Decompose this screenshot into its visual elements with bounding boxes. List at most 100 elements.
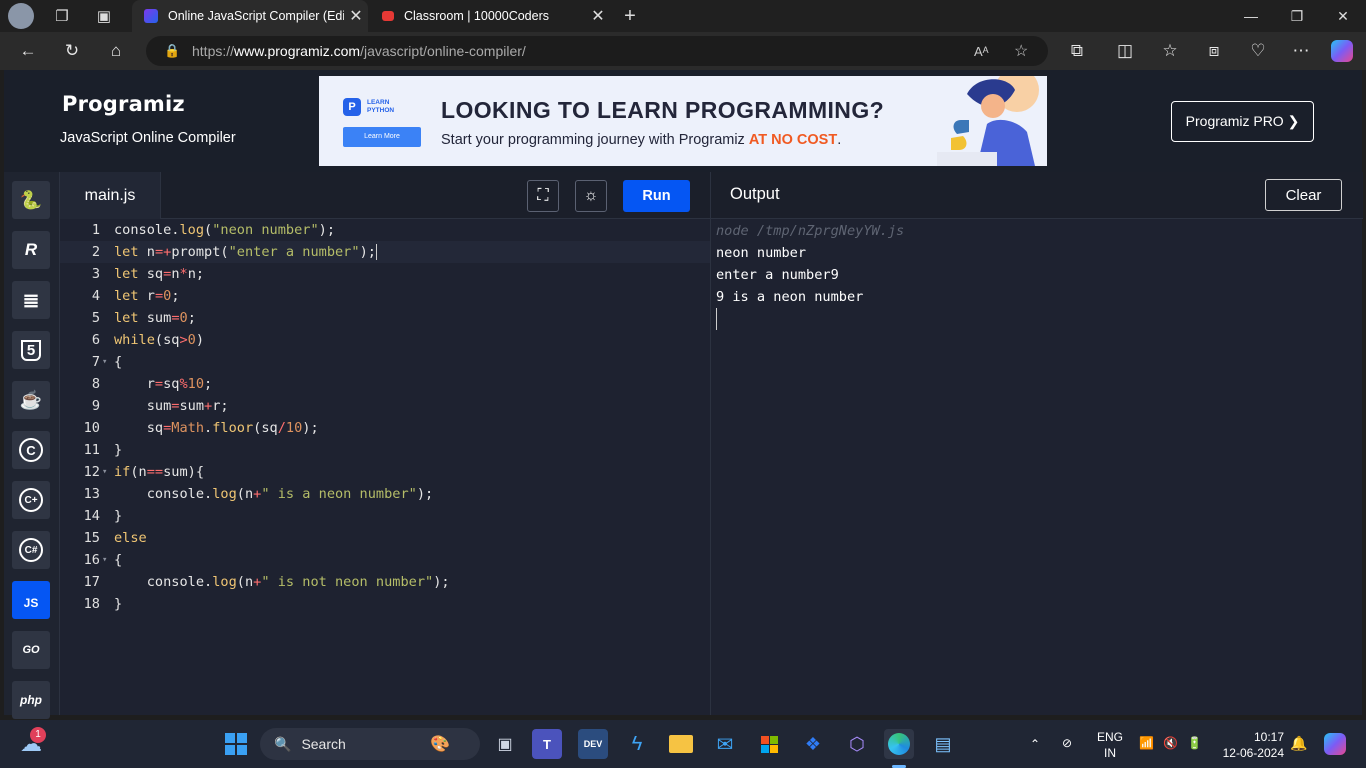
code-area[interactable]: 1 console.log("neon number"); 2 let n=+pro… xyxy=(60,219,710,715)
copilot-taskbar-icon[interactable] xyxy=(1320,729,1350,759)
copilot-app-icon[interactable]: ⬡ xyxy=(842,729,872,759)
minimize-icon[interactable]: — xyxy=(1228,0,1274,32)
fullscreen-icon[interactable]: ⛶ xyxy=(527,180,559,212)
dev-home-icon[interactable]: DEV xyxy=(578,729,608,759)
weather-badge: 1 xyxy=(30,727,46,743)
refresh-icon[interactable]: ↻ xyxy=(58,37,86,65)
back-icon[interactable]: ← xyxy=(14,37,42,65)
output-title: Output xyxy=(730,185,780,203)
tab-online-compiler[interactable]: Online JavaScript Compiler (Edito ✕ xyxy=(132,0,368,32)
learn-more-button[interactable]: Learn More xyxy=(343,127,421,147)
clear-button[interactable]: Clear xyxy=(1265,179,1342,211)
store-icon[interactable] xyxy=(754,729,784,759)
code-editor-panel: main.js ⛶ ☼ Run 1 console.log("neon numbe… xyxy=(60,172,710,715)
output-line: 9 is a neon number xyxy=(716,289,864,305)
edge-icon[interactable] xyxy=(884,729,914,759)
collections-icon[interactable]: ⧈ xyxy=(1200,37,1228,65)
learn-python-badge-icon: P xyxy=(343,98,361,116)
banner-sub-emphasis: AT NO COST xyxy=(748,132,838,148)
teams-icon[interactable]: T xyxy=(532,729,562,759)
close-window-icon[interactable]: ✕ xyxy=(1320,0,1366,32)
code-line: 10 sq=Math.floor(sq/10); xyxy=(83,420,319,436)
network-off-icon[interactable]: ⊘ xyxy=(1062,735,1072,751)
code-line: 14} xyxy=(83,508,123,524)
tab-title: Classroom | 10000Coders xyxy=(404,9,549,23)
vscode-dev-icon[interactable]: ϟ xyxy=(622,729,652,759)
code-line: 5 let sum=0; xyxy=(91,310,196,326)
mail-icon[interactable]: ✉ xyxy=(710,729,740,759)
new-tab-icon[interactable]: + xyxy=(618,4,642,28)
task-view-icon[interactable]: ▣ xyxy=(490,729,520,759)
read-aloud-icon[interactable]: Aᴬ xyxy=(974,44,989,59)
c-icon[interactable]: C xyxy=(12,431,50,469)
csharp-icon[interactable]: C# xyxy=(12,531,50,569)
programiz-logo[interactable]: Programiz xyxy=(62,92,185,116)
file-tab-main-js[interactable]: main.js xyxy=(60,172,161,219)
copilot-icon[interactable] xyxy=(1328,37,1356,65)
url-scheme: https:// xyxy=(192,43,235,59)
run-button[interactable]: Run xyxy=(623,180,690,212)
output-panel: Output Clear node /tmp/nZprgNeyYW.js neo… xyxy=(710,172,1363,715)
fold-arrow-icon[interactable]: ▾ xyxy=(102,461,107,483)
ad-banner[interactable]: P LEARN PYTHON Learn More LOOKING TO LEAR… xyxy=(319,76,1047,166)
dropbox-icon[interactable]: ❖ xyxy=(798,729,828,759)
language-sidebar: 🐍 R ≣ 5 ☕ C C+ C# JS GO php xyxy=(4,172,60,719)
home-icon[interactable]: ⌂ xyxy=(102,37,130,65)
restore-icon[interactable]: ❐ xyxy=(1274,0,1320,32)
start-windows-icon[interactable] xyxy=(221,729,251,759)
output-line: neon number xyxy=(716,245,807,261)
code-line: 12 ▾ if(n==sum){ xyxy=(60,461,710,483)
editor-toolbar: main.js ⛶ ☼ Run xyxy=(60,172,710,219)
programiz-page: Programiz JavaScript Online Compiler P L… xyxy=(4,70,1363,719)
php-icon[interactable]: php xyxy=(12,681,50,719)
javascript-icon[interactable]: JS xyxy=(12,581,50,619)
language-indicator[interactable]: ENG IN xyxy=(1094,729,1126,761)
more-menu-icon[interactable]: ⋯ xyxy=(1287,37,1315,65)
cpp-icon[interactable]: C+ xyxy=(12,481,50,519)
clock[interactable]: 10:17 12-06-2024 xyxy=(1218,729,1284,761)
code-line: 17 console.log(n+" is not neon number"); xyxy=(83,574,450,590)
taskbar-search[interactable]: 🔍 Search 🎨 xyxy=(260,728,480,760)
code-line: 6 while(sq>0) xyxy=(91,332,205,348)
programiz-pro-button[interactable]: Programiz PRO ❯ xyxy=(1171,101,1314,142)
html5-icon[interactable]: 5 xyxy=(12,331,50,369)
r-icon[interactable]: R xyxy=(12,231,50,269)
workspaces-icon[interactable]: ❐ xyxy=(50,4,74,28)
code-line: 1 console.log("neon number"); xyxy=(91,222,336,238)
tray-overflow-icon[interactable]: ⌃ xyxy=(1030,736,1040,752)
browser-essentials-icon[interactable]: ♡ xyxy=(1244,37,1272,65)
file-explorer-icon[interactable] xyxy=(666,729,696,759)
output-command-line: node /tmp/nZprgNeyYW.js xyxy=(716,223,905,239)
python-icon[interactable]: 🐍 xyxy=(12,181,50,219)
notepad-icon[interactable]: ▤ xyxy=(928,729,958,759)
output-console[interactable]: node /tmp/nZprgNeyYW.js neon number ente… xyxy=(716,220,904,308)
java-icon[interactable]: ☕ xyxy=(12,381,50,419)
fold-arrow-icon[interactable]: ▾ xyxy=(102,351,107,373)
battery-icon[interactable]: 🔋 xyxy=(1187,735,1202,751)
url-field[interactable]: 🔒 https://www.programiz.com/javascript/o… xyxy=(146,36,1048,66)
close-tab-icon[interactable]: ✕ xyxy=(344,6,368,26)
browser-tab-bar: ❐ ▣ Online JavaScript Compiler (Edito ✕ … xyxy=(0,0,1366,32)
tab-actions-icon[interactable]: ▣ xyxy=(92,4,116,28)
lock-icon: 🔒 xyxy=(164,43,181,58)
tab-classroom[interactable]: Classroom | 10000Coders ✕ xyxy=(370,0,610,32)
notifications-bell-icon[interactable]: 🔔 xyxy=(1290,735,1307,751)
go-icon[interactable]: GO xyxy=(12,631,50,669)
split-screen-icon[interactable]: ◫ xyxy=(1111,37,1139,65)
close-tab-icon[interactable]: ✕ xyxy=(586,6,610,26)
code-line: 8 r=sq%10; xyxy=(91,376,213,392)
extensions-icon[interactable]: ⧉ xyxy=(1063,37,1091,65)
banner-illustration-icon xyxy=(937,76,1039,166)
volume-muted-icon[interactable]: 🔇 xyxy=(1163,735,1178,751)
profile-avatar[interactable] xyxy=(8,3,34,29)
code-line: 2 let n=+prompt("enter a number"); xyxy=(60,241,710,263)
theme-toggle-icon[interactable]: ☼ xyxy=(575,180,607,212)
sql-database-icon[interactable]: ≣ xyxy=(12,281,50,319)
fold-arrow-icon[interactable]: ▾ xyxy=(102,549,107,571)
code-line: 7 ▾{ xyxy=(60,351,710,373)
favorites-icon[interactable]: ☆ xyxy=(1156,37,1184,65)
favorite-star-icon[interactable]: ☆ xyxy=(1014,41,1028,61)
wifi-icon[interactable]: 📶 xyxy=(1139,735,1154,751)
search-icon: 🔍 xyxy=(274,735,292,752)
url-host: www.programiz.com xyxy=(234,43,361,59)
